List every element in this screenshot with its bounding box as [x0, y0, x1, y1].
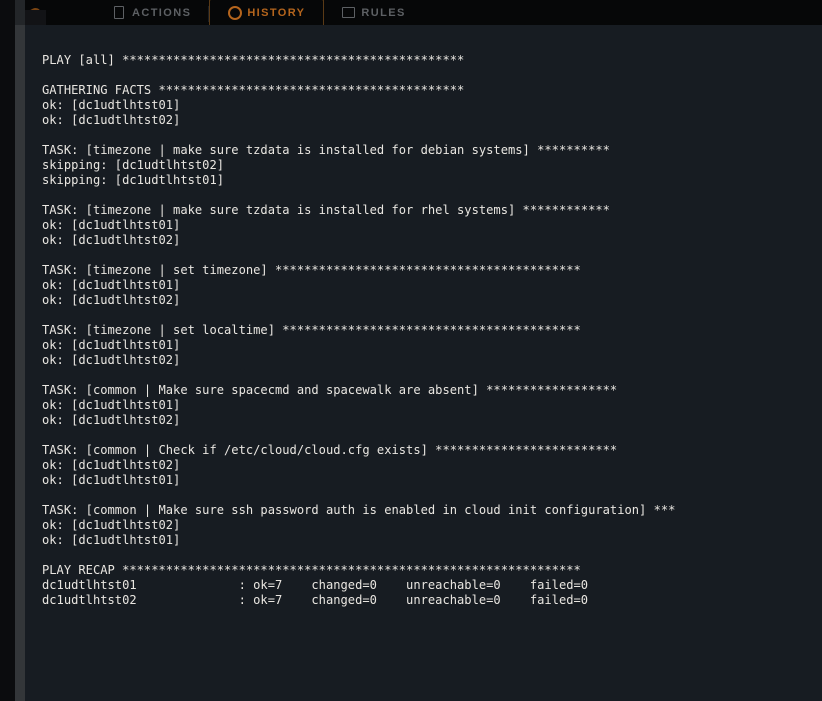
logo-square-shape [24, 10, 46, 25]
top-navigation-tabs: ACTIONS HISTORY RULES [95, 0, 424, 25]
ansible-playbook-log: PLAY [all] *****************************… [42, 53, 676, 607]
timeline-scroll-strip[interactable] [15, 25, 40, 701]
tab-rules-label: RULES [361, 6, 406, 19]
top-bar: ACTIONS HISTORY RULES [0, 0, 822, 25]
tab-history-label: HISTORY [247, 6, 306, 19]
tab-actions-label: ACTIONS [132, 6, 192, 19]
left-rail [0, 0, 15, 701]
document-icon [342, 6, 356, 19]
tab-actions[interactable]: ACTIONS [95, 0, 210, 25]
console-output-panel[interactable]: PLAY [all] *****************************… [25, 25, 822, 701]
tab-rules[interactable]: RULES [324, 0, 423, 25]
clipboard-icon [113, 6, 126, 19]
clock-icon [228, 6, 243, 20]
nav-strip-header [15, 0, 25, 25]
tab-history[interactable]: HISTORY [209, 0, 325, 25]
